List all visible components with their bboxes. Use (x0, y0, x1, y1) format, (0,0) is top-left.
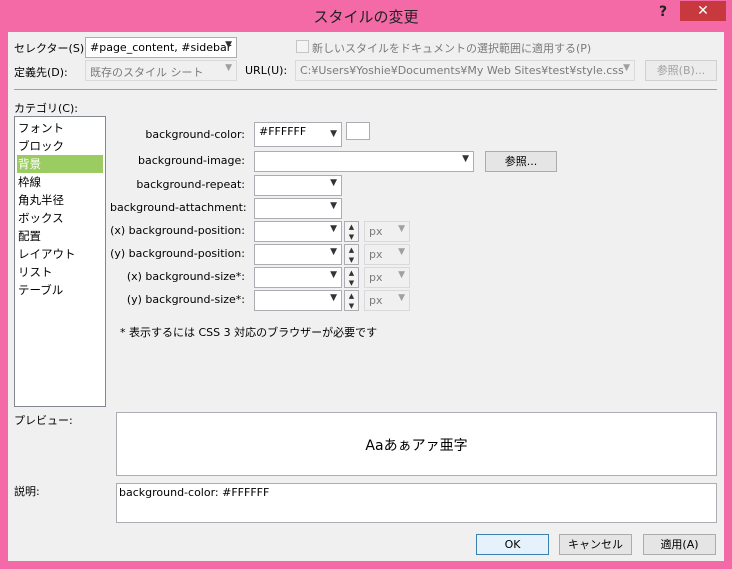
close-button[interactable]: ✕ (680, 1, 726, 21)
chevron-down-icon: ▼ (398, 224, 405, 234)
unit-value: px (369, 225, 383, 238)
bg-attachment-combo[interactable]: ▼ (254, 198, 342, 219)
chevron-down-icon: ▼ (398, 270, 405, 280)
bg-color-swatch[interactable] (346, 122, 370, 140)
category-item-border-radius[interactable]: 角丸半径 (17, 191, 64, 209)
spin-up-icon[interactable]: ▲ (345, 291, 358, 301)
chevron-down-icon: ▼ (330, 129, 337, 139)
selector-combo[interactable]: #page_content, #sidebar ▼ (85, 37, 237, 58)
css3-note: * 表示するには CSS 3 対応のブラウザーが必要です (120, 326, 378, 339)
selector-label: セレクター(S): (14, 42, 88, 55)
bg-position-y-unit[interactable]: px ▼ (364, 244, 410, 265)
chevron-down-icon: ▼ (330, 201, 337, 211)
new-style-checkbox-label: 新しいスタイルをドキュメントの選択範囲に適用する(P) (312, 42, 592, 55)
bg-repeat-combo[interactable]: ▼ (254, 175, 342, 196)
category-item-list[interactable]: リスト (17, 263, 53, 281)
chevron-down-icon: ▼ (330, 247, 337, 257)
chevron-down-icon: ▼ (330, 270, 337, 280)
chevron-down-icon: ▼ (398, 293, 405, 303)
preview-sample-text: Aaあぁアァ亜字 (365, 438, 468, 454)
description-panel: background-color: #FFFFFF (116, 483, 717, 523)
unit-value: px (369, 248, 383, 261)
bg-size-y-unit[interactable]: px ▼ (364, 290, 410, 311)
category-item-layout[interactable]: レイアウト (17, 245, 76, 263)
category-item-font[interactable]: フォント (17, 119, 64, 137)
description-text: background-color: #FFFFFF (119, 486, 270, 499)
bg-size-x-spinner[interactable]: ▲ ▼ (344, 267, 359, 288)
spin-up-icon[interactable]: ▲ (345, 268, 358, 278)
url-combo[interactable]: C:¥Users¥Yoshie¥Documents¥My Web Sites¥t… (295, 60, 635, 81)
unit-value: px (369, 294, 383, 307)
bg-repeat-label: background-repeat: (136, 178, 245, 191)
bg-position-y-spinner[interactable]: ▲ ▼ (344, 244, 359, 265)
category-item-block[interactable]: ブロック (17, 137, 64, 155)
category-item-table[interactable]: テーブル (17, 281, 63, 299)
define-in-value: 既存のスタイル シート (90, 66, 204, 79)
bg-position-x-label: (x) background-position: (110, 224, 245, 237)
bg-image-label: background-image: (138, 154, 245, 167)
bg-size-x-combo[interactable]: ▼ (254, 267, 342, 288)
chevron-down-icon: ▼ (330, 178, 337, 188)
url-label: URL(U): (245, 64, 288, 77)
bg-size-x-unit[interactable]: px ▼ (364, 267, 410, 288)
define-in-label: 定義先(D): (14, 66, 68, 79)
ok-button[interactable]: OK (476, 534, 549, 555)
spin-up-icon[interactable]: ▲ (345, 222, 358, 232)
new-style-checkbox[interactable] (296, 40, 309, 53)
bg-attachment-label: background-attachment: (110, 201, 247, 214)
spin-down-icon[interactable]: ▼ (345, 255, 358, 265)
preview-panel: Aaあぁアァ亜字 (116, 412, 717, 476)
chevron-down-icon: ▼ (330, 293, 337, 303)
preview-label: プレビュー: (14, 414, 73, 427)
spin-down-icon[interactable]: ▼ (345, 278, 358, 288)
bg-image-combo[interactable]: ▼ (254, 151, 474, 172)
bg-size-y-spinner[interactable]: ▲ ▼ (344, 290, 359, 311)
chevron-down-icon: ▼ (462, 154, 469, 164)
bg-position-y-combo[interactable]: ▼ (254, 244, 342, 265)
divider (14, 89, 717, 90)
bg-color-combo[interactable]: #FFFFFF ▼ (254, 122, 342, 147)
bg-size-y-label: (y) background-size*: (126, 293, 245, 306)
chevron-down-icon: ▼ (225, 63, 232, 73)
bg-size-x-label: (x) background-size*: (126, 270, 245, 283)
spin-down-icon[interactable]: ▼ (345, 232, 358, 242)
cancel-button[interactable]: キャンセル (559, 534, 632, 555)
bg-color-label: background-color: (145, 128, 245, 141)
category-item-background[interactable]: 背景 (17, 155, 103, 173)
bg-color-value: #FFFFFF (259, 125, 307, 138)
chevron-down-icon: ▼ (623, 63, 630, 73)
category-item-position[interactable]: 配置 (17, 227, 41, 245)
help-button[interactable]: ? (650, 4, 676, 24)
category-item-box[interactable]: ボックス (17, 209, 64, 227)
selector-value: #page_content, #sidebar (90, 41, 232, 54)
bg-position-x-unit[interactable]: px ▼ (364, 221, 410, 242)
apply-button[interactable]: 適用(A) (643, 534, 716, 555)
chevron-down-icon: ▼ (225, 40, 232, 50)
chevron-down-icon: ▼ (398, 247, 405, 257)
bg-size-y-combo[interactable]: ▼ (254, 290, 342, 311)
spin-down-icon[interactable]: ▼ (345, 301, 358, 311)
bg-position-x-spinner[interactable]: ▲ ▼ (344, 221, 359, 242)
bg-position-x-combo[interactable]: ▼ (254, 221, 342, 242)
chevron-down-icon: ▼ (330, 224, 337, 234)
url-value: C:¥Users¥Yoshie¥Documents¥My Web Sites¥t… (300, 64, 624, 77)
unit-value: px (369, 271, 383, 284)
description-label: 説明: (14, 485, 40, 498)
spin-up-icon[interactable]: ▲ (345, 245, 358, 255)
category-label: カテゴリ(C): (14, 102, 78, 115)
define-in-combo[interactable]: 既存のスタイル シート ▼ (85, 60, 237, 81)
window-title: スタイルの変更 (313, 8, 419, 26)
url-browse-button[interactable]: 参照(B)... (645, 60, 717, 81)
category-listbox[interactable]: フォント ブロック 背景 枠線 角丸半径 ボックス 配置 レイアウト リスト テ… (14, 116, 106, 407)
bg-position-y-label: (y) background-position: (110, 247, 245, 260)
bg-image-browse-button[interactable]: 参照... (485, 151, 557, 172)
category-item-border[interactable]: 枠線 (17, 173, 41, 191)
